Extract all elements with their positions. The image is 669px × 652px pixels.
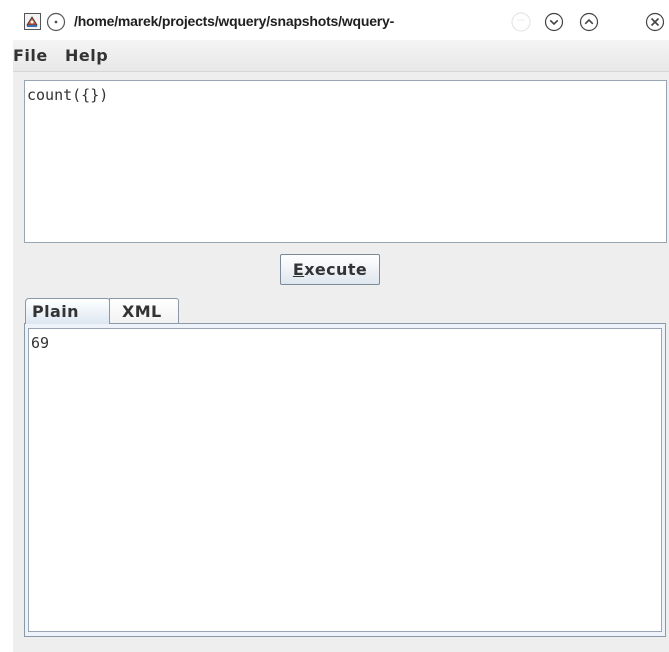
shade-icon: [510, 11, 532, 37]
menu-help[interactable]: Help: [65, 46, 108, 65]
result-text: 69: [31, 334, 50, 352]
chevron-down-icon[interactable]: [544, 12, 564, 36]
result-output[interactable]: 69: [28, 328, 662, 632]
window-title: /home/marek/projects/wquery/snapshots/wq…: [74, 13, 395, 29]
java-app-icon[interactable]: [24, 13, 41, 30]
query-input[interactable]: count({}): [24, 80, 667, 243]
menu-file[interactable]: File: [13, 46, 48, 65]
tab-plain[interactable]: Plain: [25, 298, 110, 324]
tab-plain-label: Plain: [32, 302, 79, 321]
title-bar[interactable]: /home/marek/projects/wquery/snapshots/wq…: [13, 4, 669, 40]
chevron-up-icon[interactable]: [579, 12, 599, 36]
tab-xml[interactable]: XML: [109, 298, 179, 323]
query-text[interactable]: count({}): [27, 86, 108, 104]
sticky-pin-icon[interactable]: [46, 12, 66, 36]
menu-bar: File Help: [13, 40, 669, 72]
close-icon[interactable]: [645, 12, 665, 36]
execute-button[interactable]: Execute: [280, 254, 380, 285]
execute-label-rest: xecute: [304, 260, 368, 279]
execute-label: Execute: [281, 260, 379, 279]
execute-mnemonic: E: [292, 260, 305, 279]
result-panel: 69: [24, 323, 666, 637]
app-window: /home/marek/projects/wquery/snapshots/wq…: [13, 4, 669, 652]
tab-xml-label: XML: [122, 302, 162, 321]
